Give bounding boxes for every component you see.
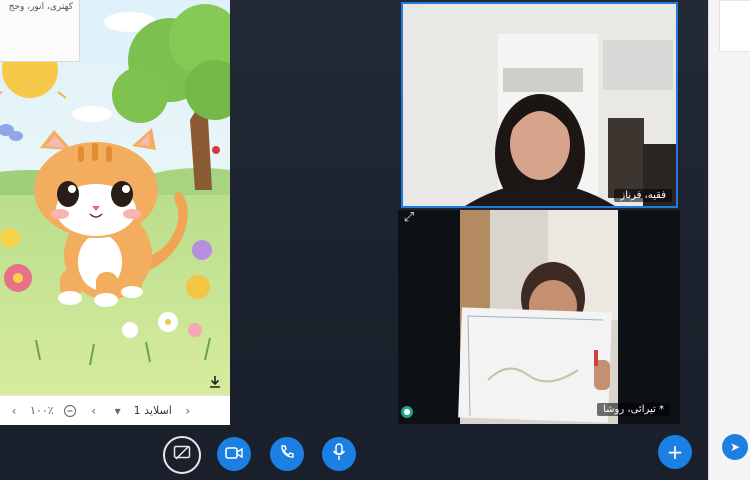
chevron-left-icon[interactable]: ‹ [86, 403, 102, 419]
participant-name-2: * تیرائی، روشا [597, 403, 670, 416]
zoom-out-icon[interactable] [62, 403, 78, 419]
plus-icon: + [666, 440, 684, 464]
phone-icon [279, 444, 295, 464]
send-button[interactable]: ➤ [722, 434, 748, 460]
slide-note-text: کهتری، انور، وحج [8, 2, 73, 12]
microphone-icon [332, 443, 346, 465]
chevron-down-icon[interactable]: ▾ [110, 403, 126, 419]
send-icon: ➤ [729, 440, 741, 454]
participant-name-1: فقیه، فرناز [614, 189, 672, 202]
participant-name-2-text: * تیرائی، روشا [603, 404, 664, 415]
call-button[interactable] [270, 437, 304, 471]
participant-name-1-text: فقیه، فرناز [620, 190, 666, 201]
slide-selector[interactable]: اسلاید 1 [134, 404, 172, 417]
add-participant-button[interactable]: + [658, 435, 692, 469]
chevron-right-icon[interactable]: › [180, 403, 196, 419]
chevron-left-icon[interactable]: ‹ [6, 403, 22, 419]
mic-status-icon: ● [401, 406, 413, 418]
zoom-level: ۱۰۰٪ [30, 404, 54, 417]
chat-panel-edge [708, 0, 750, 480]
chat-panel-card [719, 0, 750, 52]
screen-share-icon [173, 445, 191, 465]
participant-video-1[interactable]: ⤢ فقیه، فرناز [401, 2, 678, 208]
expand-icon[interactable]: ⤢ [405, 4, 421, 18]
download-icon[interactable] [208, 375, 222, 389]
participant-video-2[interactable]: ⤢ ● * تیرائی، روشا [398, 210, 680, 424]
participant-2-feed [398, 210, 680, 424]
screen-share-button[interactable] [163, 436, 201, 474]
participant-1-feed [403, 4, 676, 206]
expand-icon[interactable]: ⤢ [401, 210, 417, 226]
video-toggle-button[interactable] [217, 437, 251, 471]
video-camera-icon [225, 445, 243, 464]
slide-note: کهتری، انور، وحج [0, 0, 80, 62]
mic-toggle-button[interactable] [322, 437, 356, 471]
call-controls: + [160, 435, 720, 475]
video-call-app: کهتری، انور، وحج ‹ ۱۰۰٪ ‹ ▾ اسلاید 1 › ⤢… [0, 0, 750, 480]
shared-slide-panel: کهتری، انور، وحج ‹ ۱۰۰٪ ‹ ▾ اسلاید 1 › [0, 0, 230, 425]
slide-toolbar: ‹ ۱۰۰٪ ‹ ▾ اسلاید 1 › [0, 395, 230, 425]
